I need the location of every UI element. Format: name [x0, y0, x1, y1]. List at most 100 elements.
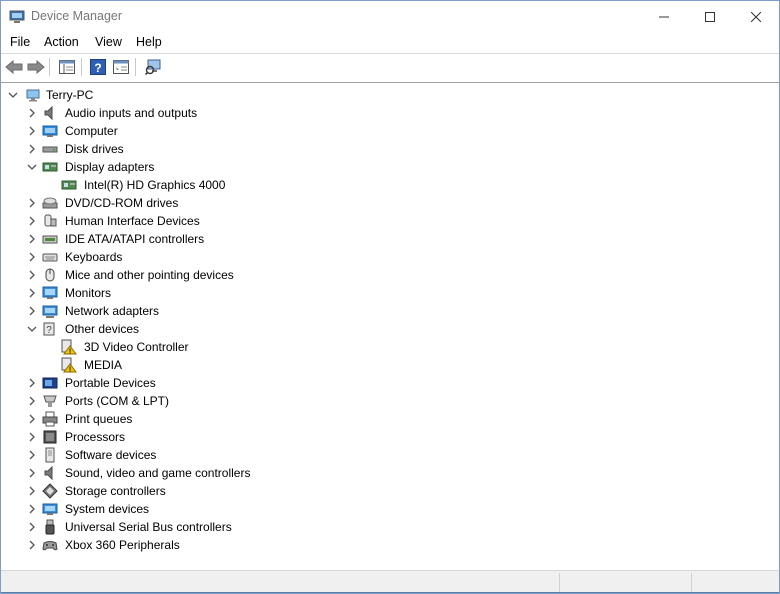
tree-category-label: Keyboards [65, 250, 123, 264]
tree-category-label: Computer [65, 124, 118, 138]
properties-button[interactable] [111, 57, 131, 77]
tree-device[interactable]: ! MEDIA [1, 356, 779, 374]
expand-chevron-icon[interactable] [26, 143, 38, 155]
svg-text:?: ? [94, 61, 101, 75]
expand-chevron-icon[interactable] [26, 107, 38, 119]
tree-category[interactable]: Universal Serial Bus controllers [1, 518, 779, 536]
display-adapter-icon [42, 162, 58, 172]
display-adapter-icon [61, 180, 77, 190]
expand-chevron-icon[interactable] [26, 413, 38, 425]
menu-view[interactable]: View [95, 35, 122, 49]
expand-chevron-icon[interactable] [26, 377, 38, 389]
tree-device[interactable]: Intel(R) HD Graphics 4000 [1, 176, 779, 194]
tree-category[interactable]: Storage controllers [1, 482, 779, 500]
processor-icon [43, 430, 57, 444]
menu-divider [1, 53, 779, 54]
title-bar[interactable]: Device Manager [1, 1, 779, 32]
tree-root[interactable]: Terry-PC [1, 86, 779, 104]
menu-help[interactable]: Help [136, 35, 162, 49]
monitor-icon [42, 286, 58, 299]
tree-category-label: DVD/CD-ROM drives [65, 196, 179, 210]
collapse-chevron-icon[interactable] [26, 323, 38, 335]
port-icon [43, 395, 57, 407]
storage-controller-icon [42, 483, 58, 499]
tree-category[interactable]: Ports (COM & LPT) [1, 392, 779, 410]
forward-button[interactable] [26, 57, 46, 77]
system-device-icon [42, 503, 58, 515]
tree-category[interactable]: Sound, video and game controllers [1, 464, 779, 482]
device-tree[interactable]: Terry-PC Audio inputs and outputs Compute… [1, 82, 779, 569]
tree-category-label: Network adapters [65, 304, 160, 318]
printer-icon [42, 411, 58, 427]
expand-chevron-icon[interactable] [26, 197, 38, 209]
collapse-chevron-icon[interactable] [7, 89, 19, 101]
tree-category[interactable]: Network adapters [1, 302, 779, 320]
tree-category[interactable]: Computer [1, 122, 779, 140]
warning-device-icon: ! [61, 339, 77, 355]
expand-chevron-icon[interactable] [26, 125, 38, 137]
status-bar [1, 570, 779, 593]
expand-chevron-icon[interactable] [26, 539, 38, 551]
close-icon [751, 11, 761, 22]
expand-chevron-icon[interactable] [26, 449, 38, 461]
expand-chevron-icon[interactable] [26, 467, 38, 479]
tree-category[interactable]: Human Interface Devices [1, 212, 779, 230]
computer-icon [26, 89, 40, 102]
keyboard-icon [42, 253, 58, 262]
tree-category[interactable]: Disk drives [1, 140, 779, 158]
menu-action[interactable]: Action [44, 35, 79, 49]
expand-chevron-icon[interactable] [26, 251, 38, 263]
gamepad-icon [42, 541, 58, 551]
expand-chevron-icon[interactable] [26, 215, 38, 227]
minimize-button[interactable] [641, 1, 687, 32]
back-button[interactable] [4, 57, 24, 77]
maximize-icon [705, 11, 715, 22]
expand-chevron-icon[interactable] [26, 521, 38, 533]
toolbar-separator [135, 58, 136, 76]
tree-category[interactable]: Xbox 360 Peripherals [1, 536, 779, 554]
tree-category[interactable]: Mice and other pointing devices [1, 266, 779, 284]
tree-category[interactable]: DVD/CD-ROM drives [1, 194, 779, 212]
status-bar-divider [691, 573, 692, 592]
expand-chevron-icon[interactable] [26, 233, 38, 245]
tree-category[interactable]: Print queues [1, 410, 779, 428]
usb-icon [45, 519, 55, 535]
tree-category[interactable]: ? Other devices [1, 320, 779, 338]
close-button[interactable] [733, 1, 779, 32]
tree-category-label: Software devices [65, 448, 157, 462]
tree-category[interactable]: System devices [1, 500, 779, 518]
expand-chevron-icon[interactable] [26, 503, 38, 515]
sound-controller-icon [44, 465, 53, 481]
tree-device[interactable]: ! 3D Video Controller [1, 338, 779, 356]
software-device-icon [45, 447, 55, 463]
expand-chevron-icon[interactable] [26, 269, 38, 281]
expand-chevron-icon[interactable] [26, 431, 38, 443]
tree-category[interactable]: Display adapters [1, 158, 779, 176]
disk-drive-icon [42, 146, 58, 153]
hid-icon [44, 214, 57, 227]
tree-category[interactable]: Audio inputs and outputs [1, 104, 779, 122]
status-bar-divider [559, 573, 560, 592]
expand-chevron-icon[interactable] [26, 305, 38, 317]
maximize-button[interactable] [687, 1, 733, 32]
collapse-chevron-icon[interactable] [26, 161, 38, 173]
show-hide-console-tree-button[interactable] [57, 57, 77, 77]
help-button[interactable]: ? [88, 57, 108, 77]
expand-chevron-icon[interactable] [26, 395, 38, 407]
tree-category[interactable]: Monitors [1, 284, 779, 302]
tree-category[interactable]: Software devices [1, 446, 779, 464]
menu-file[interactable]: File [10, 35, 30, 49]
tree-category[interactable]: Keyboards [1, 248, 779, 266]
tree-category[interactable]: Processors [1, 428, 779, 446]
network-adapter-icon [42, 305, 58, 318]
expand-chevron-icon[interactable] [26, 287, 38, 299]
tree-category[interactable]: Portable Devices [1, 374, 779, 392]
tree-device-label: MEDIA [84, 358, 123, 372]
tree-category-label: Display adapters [65, 160, 155, 174]
tree-category-label: Processors [65, 430, 126, 444]
speaker-icon [44, 105, 53, 121]
scan-hardware-icon [144, 59, 160, 75]
expand-chevron-icon[interactable] [26, 485, 38, 497]
tree-category[interactable]: IDE ATA/ATAPI controllers [1, 230, 779, 248]
scan-hardware-button[interactable] [143, 57, 163, 77]
